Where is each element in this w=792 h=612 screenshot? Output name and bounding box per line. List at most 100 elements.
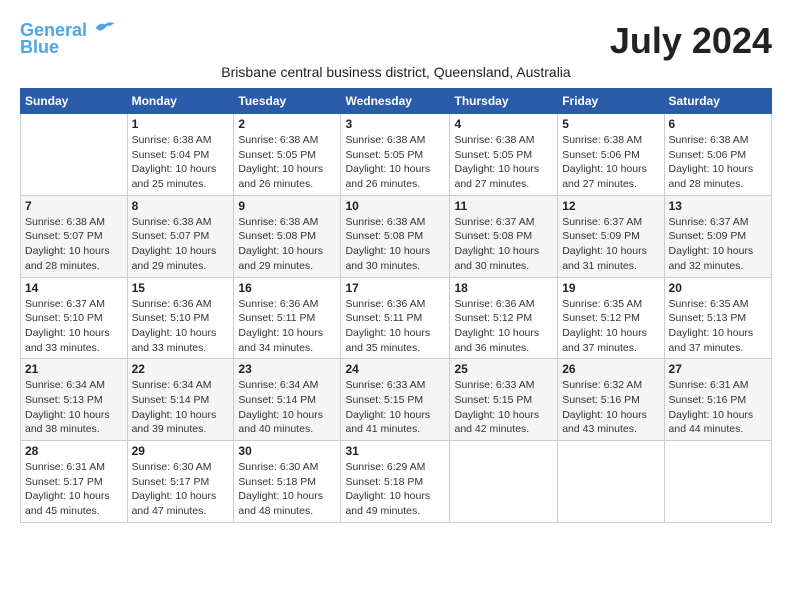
day-number: 5 (562, 117, 659, 131)
day-number: 17 (345, 281, 445, 295)
calendar-cell: 31 Sunrise: 6:29 AM Sunset: 5:18 PM Dayli… (341, 441, 450, 523)
week-row: 1 Sunrise: 6:38 AM Sunset: 5:04 PM Daylig… (21, 114, 772, 196)
day-header-tuesday: Tuesday (234, 89, 341, 114)
day-number: 10 (345, 199, 445, 213)
day-number: 16 (238, 281, 336, 295)
calendar-cell: 29 Sunrise: 6:30 AM Sunset: 5:17 PM Dayli… (127, 441, 234, 523)
calendar-cell: 1 Sunrise: 6:38 AM Sunset: 5:04 PM Daylig… (127, 114, 234, 196)
month-title: July 2024 (610, 20, 772, 62)
day-number: 29 (132, 444, 230, 458)
day-info: Sunrise: 6:34 AM Sunset: 5:13 PM Dayligh… (25, 378, 123, 437)
day-header-saturday: Saturday (664, 89, 771, 114)
day-info: Sunrise: 6:31 AM Sunset: 5:16 PM Dayligh… (669, 378, 767, 437)
day-info: Sunrise: 6:38 AM Sunset: 5:05 PM Dayligh… (238, 133, 336, 192)
day-info: Sunrise: 6:38 AM Sunset: 5:07 PM Dayligh… (25, 215, 123, 274)
day-info: Sunrise: 6:38 AM Sunset: 5:05 PM Dayligh… (345, 133, 445, 192)
calendar-cell: 20 Sunrise: 6:35 AM Sunset: 5:13 PM Dayli… (664, 277, 771, 359)
day-number: 26 (562, 362, 659, 376)
calendar-cell: 26 Sunrise: 6:32 AM Sunset: 5:16 PM Dayli… (558, 359, 664, 441)
calendar-cell: 24 Sunrise: 6:33 AM Sunset: 5:15 PM Dayli… (341, 359, 450, 441)
week-row: 21 Sunrise: 6:34 AM Sunset: 5:13 PM Dayli… (21, 359, 772, 441)
calendar-cell: 3Sunrise: 6:38 AM Sunset: 5:05 PM Daylig… (341, 114, 450, 196)
week-row: 7 Sunrise: 6:38 AM Sunset: 5:07 PM Daylig… (21, 195, 772, 277)
day-number: 22 (132, 362, 230, 376)
day-header-monday: Monday (127, 89, 234, 114)
day-number: 1 (132, 117, 230, 131)
calendar-cell: 22 Sunrise: 6:34 AM Sunset: 5:14 PM Dayli… (127, 359, 234, 441)
week-row: 14 Sunrise: 6:37 AM Sunset: 5:10 PM Dayli… (21, 277, 772, 359)
day-header-wednesday: Wednesday (341, 89, 450, 114)
day-info: Sunrise: 6:38 AM Sunset: 5:08 PM Dayligh… (238, 215, 336, 274)
calendar-cell: 13 Sunrise: 6:37 AM Sunset: 5:09 PM Dayli… (664, 195, 771, 277)
calendar-cell: 15 Sunrise: 6:36 AM Sunset: 5:10 PM Dayli… (127, 277, 234, 359)
day-info: Sunrise: 6:30 AM Sunset: 5:17 PM Dayligh… (132, 460, 230, 519)
calendar-cell: 23Sunrise: 6:34 AM Sunset: 5:14 PM Dayli… (234, 359, 341, 441)
calendar-cell (450, 441, 558, 523)
calendar-cell: 6 Sunrise: 6:38 AM Sunset: 5:06 PM Daylig… (664, 114, 771, 196)
calendar-header: SundayMondayTuesdayWednesdayThursdayFrid… (21, 89, 772, 114)
calendar-cell: 12Sunrise: 6:37 AM Sunset: 5:09 PM Dayli… (558, 195, 664, 277)
calendar-cell (664, 441, 771, 523)
day-number: 23 (238, 362, 336, 376)
day-info: Sunrise: 6:30 AM Sunset: 5:18 PM Dayligh… (238, 460, 336, 519)
day-number: 6 (669, 117, 767, 131)
day-number: 8 (132, 199, 230, 213)
day-info: Sunrise: 6:38 AM Sunset: 5:07 PM Dayligh… (132, 215, 230, 274)
day-number: 7 (25, 199, 123, 213)
day-number: 28 (25, 444, 123, 458)
day-info: Sunrise: 6:36 AM Sunset: 5:10 PM Dayligh… (132, 297, 230, 356)
day-info: Sunrise: 6:38 AM Sunset: 5:08 PM Dayligh… (345, 215, 445, 274)
day-info: Sunrise: 6:35 AM Sunset: 5:13 PM Dayligh… (669, 297, 767, 356)
calendar-body: 1 Sunrise: 6:38 AM Sunset: 5:04 PM Daylig… (21, 114, 772, 523)
calendar-cell: 25Sunrise: 6:33 AM Sunset: 5:15 PM Dayli… (450, 359, 558, 441)
calendar-cell: 16 Sunrise: 6:36 AM Sunset: 5:11 PM Dayli… (234, 277, 341, 359)
day-number: 25 (454, 362, 553, 376)
calendar-cell: 4Sunrise: 6:38 AM Sunset: 5:05 PM Daylig… (450, 114, 558, 196)
subtitle: Brisbane central business district, Quee… (20, 64, 772, 80)
calendar-cell: 5 Sunrise: 6:38 AM Sunset: 5:06 PM Daylig… (558, 114, 664, 196)
calendar-cell (558, 441, 664, 523)
calendar-cell: 2 Sunrise: 6:38 AM Sunset: 5:05 PM Daylig… (234, 114, 341, 196)
calendar-cell: 28 Sunrise: 6:31 AM Sunset: 5:17 PM Dayli… (21, 441, 128, 523)
calendar-cell: 17 Sunrise: 6:36 AM Sunset: 5:11 PM Dayli… (341, 277, 450, 359)
day-number: 20 (669, 281, 767, 295)
day-number: 21 (25, 362, 123, 376)
day-info: Sunrise: 6:36 AM Sunset: 5:11 PM Dayligh… (238, 297, 336, 356)
day-info: Sunrise: 6:31 AM Sunset: 5:17 PM Dayligh… (25, 460, 123, 519)
calendar-cell: 30 Sunrise: 6:30 AM Sunset: 5:18 PM Dayli… (234, 441, 341, 523)
day-info: Sunrise: 6:37 AM Sunset: 5:09 PM Dayligh… (669, 215, 767, 274)
day-header-sunday: Sunday (21, 89, 128, 114)
calendar-cell: 14 Sunrise: 6:37 AM Sunset: 5:10 PM Dayli… (21, 277, 128, 359)
day-info: Sunrise: 6:32 AM Sunset: 5:16 PM Dayligh… (562, 378, 659, 437)
day-info: Sunrise: 6:38 AM Sunset: 5:06 PM Dayligh… (562, 133, 659, 192)
day-number: 18 (454, 281, 553, 295)
day-info: Sunrise: 6:36 AM Sunset: 5:11 PM Dayligh… (345, 297, 445, 356)
day-number: 19 (562, 281, 659, 295)
day-number: 24 (345, 362, 445, 376)
day-header-friday: Friday (558, 89, 664, 114)
calendar-cell: 21 Sunrise: 6:34 AM Sunset: 5:13 PM Dayli… (21, 359, 128, 441)
day-number: 30 (238, 444, 336, 458)
day-info: Sunrise: 6:29 AM Sunset: 5:18 PM Dayligh… (345, 460, 445, 519)
calendar-cell: 10 Sunrise: 6:38 AM Sunset: 5:08 PM Dayli… (341, 195, 450, 277)
day-number: 31 (345, 444, 445, 458)
day-info: Sunrise: 6:38 AM Sunset: 5:06 PM Dayligh… (669, 133, 767, 192)
day-info: Sunrise: 6:37 AM Sunset: 5:10 PM Dayligh… (25, 297, 123, 356)
day-number: 14 (25, 281, 123, 295)
day-info: Sunrise: 6:37 AM Sunset: 5:08 PM Dayligh… (454, 215, 553, 274)
day-number: 12 (562, 199, 659, 213)
day-number: 9 (238, 199, 336, 213)
day-header-thursday: Thursday (450, 89, 558, 114)
calendar-cell: 19Sunrise: 6:35 AM Sunset: 5:12 PM Dayli… (558, 277, 664, 359)
day-info: Sunrise: 6:36 AM Sunset: 5:12 PM Dayligh… (454, 297, 553, 356)
logo-bird-icon (94, 20, 116, 36)
day-number: 2 (238, 117, 336, 131)
day-number: 13 (669, 199, 767, 213)
calendar-cell: 9 Sunrise: 6:38 AM Sunset: 5:08 PM Daylig… (234, 195, 341, 277)
day-number: 15 (132, 281, 230, 295)
day-info: Sunrise: 6:33 AM Sunset: 5:15 PM Dayligh… (345, 378, 445, 437)
day-info: Sunrise: 6:34 AM Sunset: 5:14 PM Dayligh… (132, 378, 230, 437)
calendar-cell: 27Sunrise: 6:31 AM Sunset: 5:16 PM Dayli… (664, 359, 771, 441)
calendar-cell: 7 Sunrise: 6:38 AM Sunset: 5:07 PM Daylig… (21, 195, 128, 277)
day-info: Sunrise: 6:38 AM Sunset: 5:04 PM Dayligh… (132, 133, 230, 192)
